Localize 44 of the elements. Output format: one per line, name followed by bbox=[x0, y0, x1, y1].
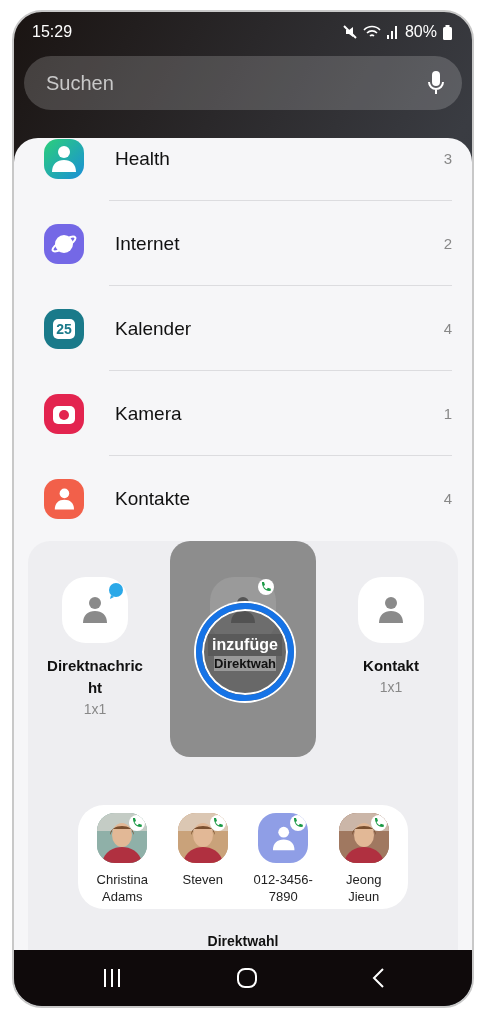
phone-icon bbox=[290, 815, 307, 831]
widget-option[interactable]: Direktnachricht 1x1 bbox=[32, 541, 158, 757]
signal-icon bbox=[386, 25, 399, 39]
contact-name: Christina Adams bbox=[95, 871, 149, 905]
recent-apps-icon[interactable] bbox=[101, 969, 122, 987]
chat-bubble-icon bbox=[108, 583, 124, 599]
home-icon[interactable] bbox=[237, 968, 257, 988]
battery-icon bbox=[443, 24, 452, 40]
app-name[interactable]: Kamera bbox=[115, 402, 444, 425]
widget-title: Direktwahl bbox=[207, 933, 279, 949]
widget-count: 2 bbox=[443, 235, 452, 252]
health-app-icon[interactable] bbox=[44, 138, 84, 179]
wifi-icon bbox=[362, 25, 381, 39]
widget-name: Direktnachricht bbox=[46, 656, 144, 698]
mute-icon bbox=[342, 25, 357, 39]
battery-level: 80% bbox=[404, 23, 437, 41]
widget-count: 4 bbox=[443, 320, 452, 337]
app-name[interactable]: Health bbox=[115, 147, 444, 170]
contact-name: 012-3456-7890 bbox=[252, 871, 314, 905]
app-name[interactable]: Kontakte bbox=[115, 487, 444, 510]
app-name[interactable]: Kalender bbox=[115, 317, 444, 340]
contact-name: Steven bbox=[181, 871, 224, 888]
phone-icon bbox=[129, 815, 146, 831]
planet-icon[interactable] bbox=[44, 223, 84, 264]
calendar-icon[interactable]: 25 bbox=[44, 308, 84, 349]
camera-icon[interactable] bbox=[44, 393, 84, 434]
widget-size: 1x1 bbox=[379, 679, 403, 695]
add-button[interactable]: inzufüge bbox=[208, 633, 282, 656]
widget-name: Kontakt bbox=[362, 656, 420, 676]
widget-count: 4 bbox=[443, 490, 452, 507]
widget-option[interactable]: inzufüge Direktwah bbox=[170, 541, 316, 757]
back-icon[interactable] bbox=[372, 968, 385, 988]
widget-option[interactable]: Kontakt 1x1 bbox=[328, 541, 454, 757]
phone-icon bbox=[209, 815, 226, 831]
phone-icon bbox=[258, 579, 274, 595]
microphone-icon[interactable] bbox=[428, 71, 444, 95]
contact-name: Jeong Jieun bbox=[345, 871, 383, 905]
app-name[interactable]: Internet bbox=[115, 232, 444, 255]
contacts-app-icon[interactable] bbox=[44, 478, 84, 519]
phone-icon bbox=[370, 815, 387, 831]
clock: 15:29 bbox=[32, 23, 73, 41]
widget-size: 1x1 bbox=[83, 701, 107, 717]
widget-count: 3 bbox=[443, 150, 452, 167]
widget-count: 1 bbox=[443, 405, 452, 422]
